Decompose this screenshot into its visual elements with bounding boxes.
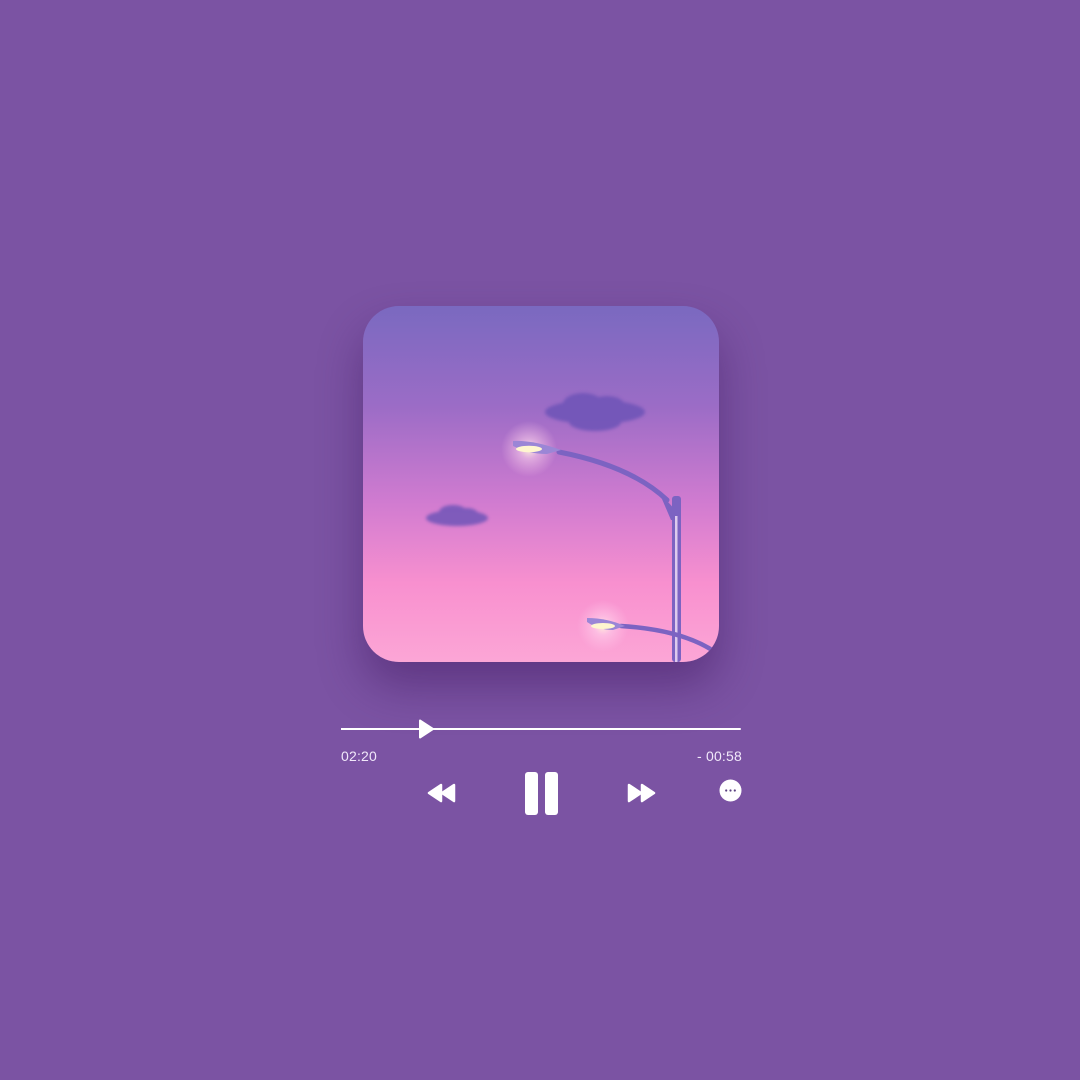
cloud-large [545,393,645,431]
pause-button[interactable] [524,771,559,816]
music-player: 02:20 - 00:58 [0,0,1080,1080]
rewind-icon [427,782,457,804]
more-options-icon [719,779,742,802]
time-elapsed: 02:20 [341,748,378,764]
pause-icon [524,771,559,816]
progress-slider[interactable] [341,718,741,740]
fast-forward-button[interactable] [626,782,656,804]
cloud-small [426,505,488,526]
rewind-button[interactable] [427,782,457,804]
progress-fill [341,728,423,730]
album-artwork [363,306,719,662]
fast-forward-icon [626,782,656,804]
time-remaining: - 00:58 [697,748,742,764]
more-options-button[interactable] [719,779,742,802]
progress-thumb[interactable] [417,719,435,739]
